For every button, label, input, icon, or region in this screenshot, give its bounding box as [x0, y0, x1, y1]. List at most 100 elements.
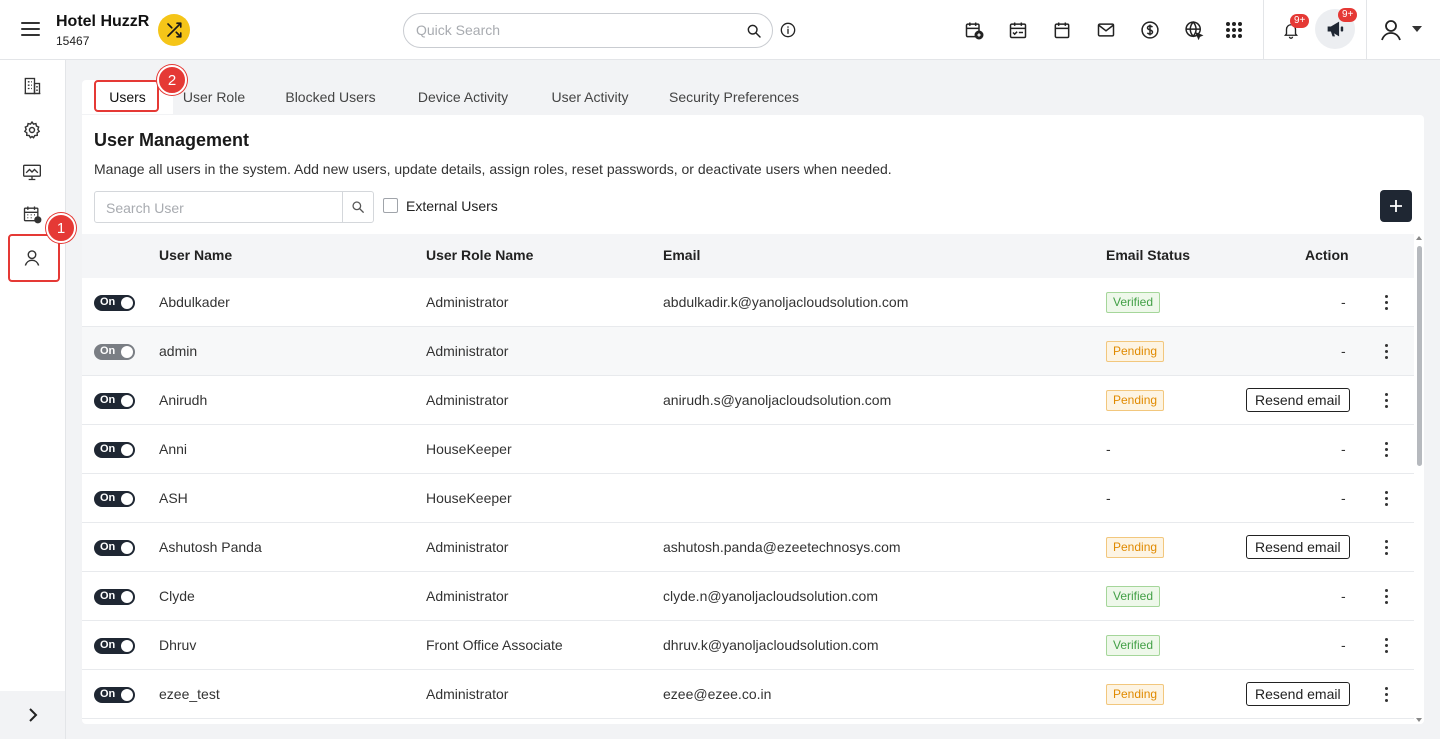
resend-email-button[interactable]: Resend email [1246, 535, 1350, 559]
action-empty: - [1341, 490, 1346, 506]
external-users-checkbox[interactable] [383, 198, 398, 213]
more-options-icon[interactable] [1376, 439, 1396, 459]
user-role: HouseKeeper [426, 490, 512, 506]
email-status-badge: Verified [1106, 586, 1161, 607]
active-tab-highlight [94, 80, 159, 112]
toggle-knob [121, 689, 133, 701]
email-status-badge: Pending [1106, 684, 1165, 705]
menu-icon[interactable] [21, 21, 41, 37]
table-row[interactable]: On Ashutosh Panda Administrator ashutosh.pa… [82, 523, 1414, 572]
add-user-button[interactable] [1380, 190, 1412, 222]
table-row[interactable]: On ezee_test Administrator ezee@ezee.co.in P… [82, 670, 1414, 719]
apps-grid-icon[interactable] [1223, 19, 1245, 41]
active-toggle[interactable]: On [94, 540, 135, 556]
table-row[interactable]: On Dhruv Front Office Associate dhruv.k@yan… [82, 621, 1414, 670]
table-row[interactable]: On Abdulkader Administrator abdulkadir.k@ya… [82, 278, 1414, 327]
toggle-knob [121, 395, 133, 407]
active-toggle[interactable]: On [94, 344, 135, 360]
email-status-badge: Verified [1106, 292, 1161, 313]
more-options-icon[interactable] [1376, 586, 1396, 606]
user-search-input[interactable] [106, 200, 336, 216]
user-name: Anirudh [159, 392, 208, 408]
shuffle-icon[interactable] [158, 14, 190, 46]
toggle-label: On [100, 345, 116, 357]
active-toggle[interactable]: On [94, 491, 135, 507]
more-options-icon[interactable] [1376, 488, 1396, 508]
toggle-label: On [100, 394, 116, 406]
col-email[interactable]: Email [663, 247, 700, 263]
table-row[interactable]: On Anirudh Administrator anirudh.s@yanoljac… [82, 376, 1414, 425]
user-role: Administrator [426, 588, 509, 604]
toggle-label: On [100, 443, 116, 455]
action-empty: - [1341, 588, 1346, 604]
tab-device-activity[interactable]: Device Activity [408, 80, 518, 114]
active-toggle[interactable]: On [94, 393, 135, 409]
tab-security-preferences[interactable]: Security Preferences [664, 80, 804, 114]
quick-search-input[interactable] [416, 22, 736, 38]
info-icon[interactable] [780, 22, 796, 41]
scroll-down-icon[interactable] [1416, 718, 1422, 722]
table-scrollbar[interactable] [1414, 234, 1424, 724]
email-status: - [1106, 490, 1111, 506]
user-search[interactable] [94, 191, 374, 223]
table-row[interactable]: On admin Administrator Pending - [82, 327, 1414, 376]
chevron-down-icon[interactable] [1412, 26, 1422, 32]
more-options-icon[interactable] [1376, 537, 1396, 557]
action-empty: - [1341, 294, 1346, 310]
announcement-badge: 9+ [1338, 8, 1358, 22]
toggle-knob [121, 640, 133, 652]
gear-icon[interactable] [21, 119, 43, 141]
mail-icon[interactable] [1095, 19, 1117, 41]
building-icon[interactable] [21, 75, 43, 97]
calendar-add-icon[interactable] [963, 19, 985, 41]
user-management-panel: User Management Manage all users in the … [82, 115, 1424, 724]
dollar-icon[interactable] [1139, 19, 1161, 41]
active-toggle[interactable]: On [94, 295, 135, 311]
col-user-name[interactable]: User Name [159, 247, 232, 263]
user-icon[interactable] [1379, 18, 1403, 42]
step-marker-1: 1 [46, 213, 76, 243]
search-icon[interactable] [342, 192, 373, 222]
search-icon[interactable] [746, 23, 762, 42]
email-status-badge: Verified [1106, 635, 1161, 656]
active-toggle[interactable]: On [94, 687, 135, 703]
user-name: Dhruv [159, 637, 197, 653]
toggle-label: On [100, 492, 116, 504]
monitor-icon[interactable] [21, 161, 43, 183]
sidebar [0, 60, 66, 739]
user-role: Administrator [426, 686, 509, 702]
table-row[interactable]: On ASH HouseKeeper - - [82, 474, 1414, 523]
hotel-id: 15467 [56, 34, 90, 48]
action-empty: - [1341, 343, 1346, 359]
quick-search[interactable] [403, 13, 773, 48]
tab-blocked-users[interactable]: Blocked Users [278, 80, 383, 114]
more-options-icon[interactable] [1376, 292, 1396, 312]
calendar-grid-icon[interactable] [21, 203, 43, 225]
table-row[interactable]: On Clyde Administrator clyde.n@yanoljacloud… [82, 572, 1414, 621]
resend-email-button[interactable]: Resend email [1246, 682, 1350, 706]
user-role: Front Office Associate [426, 637, 563, 653]
active-toggle[interactable]: On [94, 442, 135, 458]
active-toggle[interactable]: On [94, 638, 135, 654]
calendar-icon[interactable] [1051, 19, 1073, 41]
table-row[interactable]: On Anni HouseKeeper - - [82, 425, 1414, 474]
more-options-icon[interactable] [1376, 684, 1396, 704]
plus-icon [1390, 200, 1402, 212]
col-user-role-name[interactable]: User Role Name [426, 247, 533, 263]
more-options-icon[interactable] [1376, 635, 1396, 655]
toggle-knob [121, 591, 133, 603]
active-toggle[interactable]: On [94, 589, 135, 605]
globe-icon[interactable] [1183, 19, 1205, 41]
calendar-check-icon[interactable] [1007, 19, 1029, 41]
col-action: Action [1305, 247, 1349, 263]
tab-user-activity[interactable]: User Activity [542, 80, 638, 114]
page-title: User Management [94, 130, 250, 150]
user-icon[interactable] [21, 247, 43, 269]
resend-email-button[interactable]: Resend email [1246, 388, 1350, 412]
col-email-status[interactable]: Email Status [1106, 247, 1190, 263]
scrollbar-thumb[interactable] [1417, 246, 1422, 466]
expand-sidebar-button[interactable] [0, 691, 65, 739]
more-options-icon[interactable] [1376, 341, 1396, 361]
more-options-icon[interactable] [1376, 390, 1396, 410]
scroll-up-icon[interactable] [1416, 236, 1422, 240]
